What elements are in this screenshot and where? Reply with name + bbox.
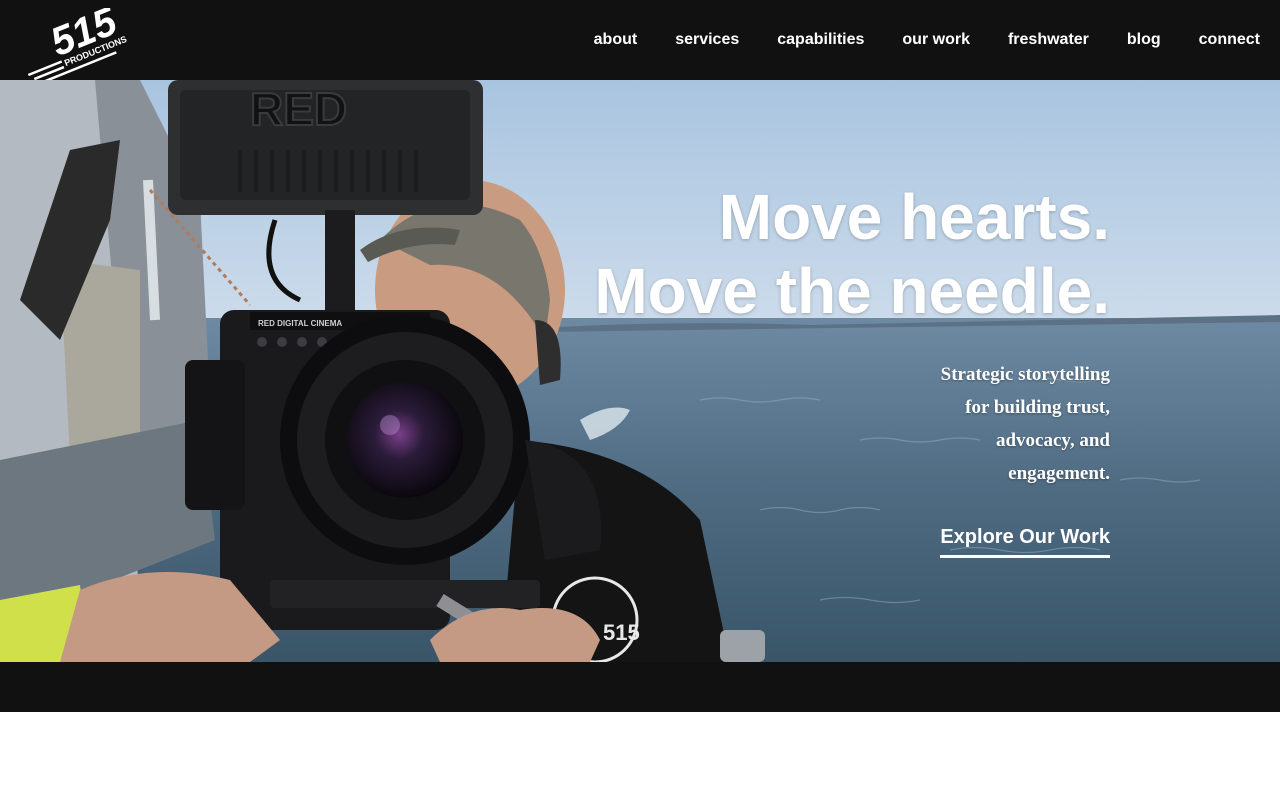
hero-section: 515 RED RED DIGITAL CINEMA Move hearts. … <box>0 80 1280 662</box>
main-nav: about services capabilities our work fre… <box>594 0 1260 80</box>
headline-line-1: Move hearts. <box>718 181 1110 253</box>
nav-our-work[interactable]: our work <box>902 31 970 49</box>
subhead-line-3: advocacy, and <box>995 430 1110 451</box>
dark-band <box>0 662 1280 712</box>
subhead-line-4: engagement. <box>1008 463 1110 484</box>
nav-services[interactable]: services <box>675 31 739 49</box>
nav-freshwater[interactable]: freshwater <box>1008 31 1089 49</box>
subhead-line-2: for building trust, <box>965 397 1110 418</box>
subhead-line-1: Strategic storytelling <box>940 364 1110 385</box>
site-header: 515 PRODUCTIONS about services capabilit… <box>0 0 1280 80</box>
nav-blog[interactable]: blog <box>1127 31 1161 49</box>
hero-subhead: Strategic storytelling for building trus… <box>890 358 1110 490</box>
brand-logo[interactable]: 515 PRODUCTIONS <box>18 8 128 80</box>
camera-label: RED DIGITAL CINEMA <box>258 319 342 328</box>
nav-connect[interactable]: connect <box>1199 31 1260 49</box>
nav-capabilities[interactable]: capabilities <box>777 31 864 49</box>
hero-copy: Move hearts. Move the needle. Strategic … <box>470 180 1110 558</box>
headline-line-2: Move the needle. <box>594 255 1110 327</box>
nav-about[interactable]: about <box>594 31 638 49</box>
shirt-logo: 515 <box>603 620 640 645</box>
explore-our-work-button[interactable]: Explore Our Work <box>940 526 1110 558</box>
hero-headline: Move hearts. Move the needle. <box>470 180 1110 328</box>
monitor-brand: RED <box>250 83 347 135</box>
